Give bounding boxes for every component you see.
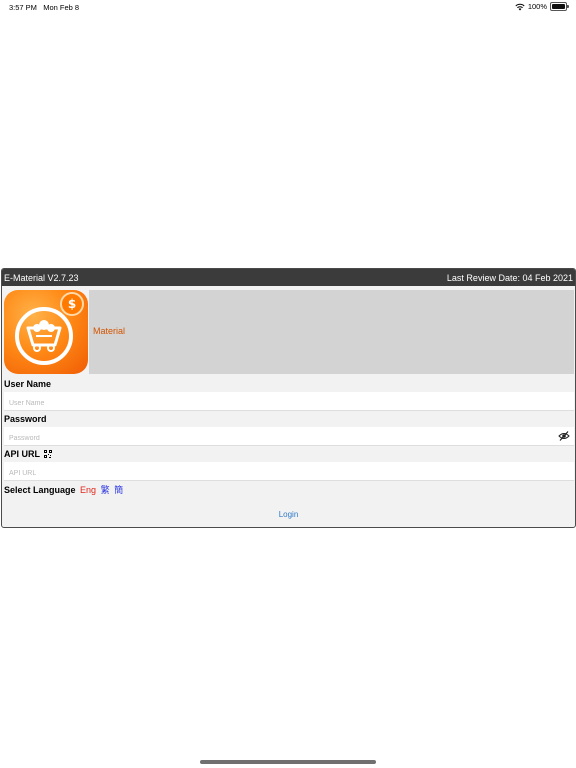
api-url-input[interactable] <box>4 464 545 483</box>
brand-label: Material <box>93 326 126 336</box>
last-review-date: Last Review Date: 04 Feb 2021 <box>446 272 573 283</box>
eye-slash-icon[interactable] <box>558 430 570 442</box>
mining-cart-coin-icon: $ <box>4 290 88 374</box>
svg-text:$: $ <box>68 297 76 311</box>
password-input[interactable] <box>4 429 545 448</box>
language-option-eng[interactable]: Eng <box>80 485 96 495</box>
language-selector: Select Language Eng 繁 簡 <box>2 482 575 498</box>
username-label: User Name <box>4 379 52 389</box>
language-label: Select Language <box>4 485 76 495</box>
login-row: Login <box>2 504 575 522</box>
api-url-label: API URL <box>4 449 40 459</box>
login-button[interactable]: Login <box>279 510 299 519</box>
app-version: E-Material V2.7.23 <box>4 272 79 283</box>
username-input[interactable] <box>4 394 545 413</box>
language-option-traditional[interactable]: 繁 <box>101 485 110 495</box>
language-option-simplified[interactable]: 簡 <box>114 485 123 495</box>
status-indicators: 100% <box>515 2 569 11</box>
status-bar: 3:57 PM Mon Feb 8 100% <box>0 0 576 14</box>
battery-percent: 100% <box>527 2 547 11</box>
password-label: Password <box>4 414 47 424</box>
brand-header: $ Material <box>2 290 575 376</box>
login-panel: E-Material V2.7.23 Last Review Date: 04 … <box>1 268 576 528</box>
home-indicator[interactable] <box>200 760 376 764</box>
status-time-text: 3:57 PM <box>9 3 37 12</box>
brand-banner <box>89 290 574 374</box>
wifi-icon <box>515 3 525 10</box>
title-bar: E-Material V2.7.23 Last Review Date: 04 … <box>2 269 575 286</box>
password-field-container <box>4 427 574 448</box>
status-time: 3:57 PM Mon Feb 8 <box>9 3 79 12</box>
qr-code-icon[interactable] <box>44 450 53 458</box>
username-field-container <box>4 392 574 413</box>
api-url-label-row: API URL <box>2 446 575 462</box>
battery-icon <box>550 2 569 11</box>
status-date-text: Mon Feb 8 <box>43 3 80 12</box>
api-url-field-container <box>4 462 574 483</box>
